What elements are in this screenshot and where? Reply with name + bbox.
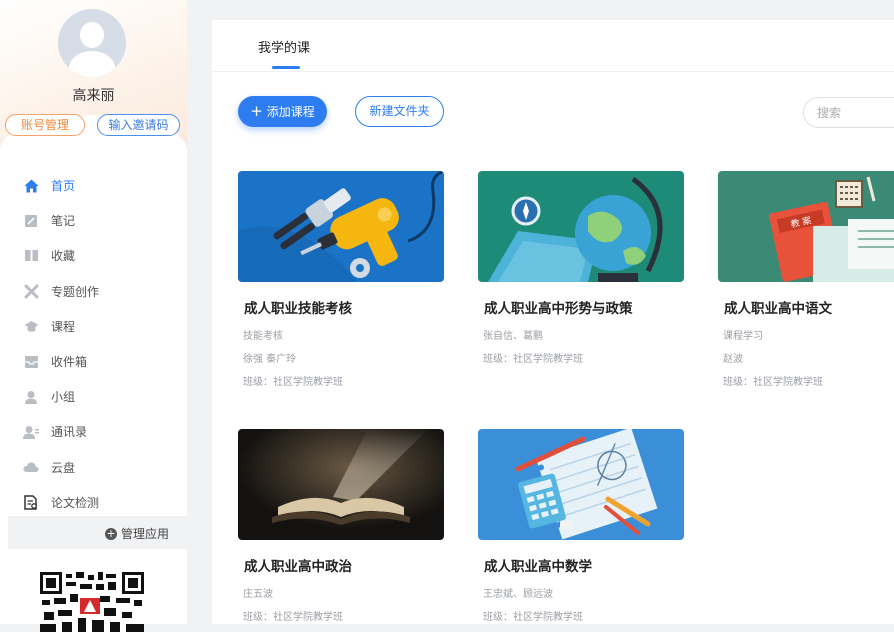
- contacts-icon: [23, 424, 39, 440]
- course-card[interactable]: 教 案 成人职业高中语文 课程学习 赵波 班级：社区学院教学班: [718, 171, 894, 389]
- sidebar-item-label: 课程: [51, 319, 76, 334]
- course-title[interactable]: 成人职业高中语文: [724, 297, 894, 317]
- sidebar-item-cloud[interactable]: 云盘: [0, 450, 187, 485]
- document-check-icon: [23, 494, 39, 510]
- sidebar-item-label: 通讯录: [51, 425, 88, 440]
- sidebar-item-notes[interactable]: 笔记: [0, 203, 187, 238]
- add-course-label: 添加课程: [266, 105, 315, 119]
- user-icon: [23, 389, 39, 405]
- course-title[interactable]: 成人职业高中政治: [244, 555, 444, 575]
- sidebar-item-favorites[interactable]: 收藏: [0, 238, 187, 273]
- sidebar-item-topics[interactable]: 专题创作: [0, 274, 187, 309]
- sidebar-item-label: 小组: [51, 390, 76, 405]
- manage-apps-button[interactable]: + 管理应用: [104, 525, 169, 542]
- book-icon: [23, 248, 39, 264]
- sidebar-nav: 首页 笔记 收藏 专题创作 课程 收件箱 小组 通讯录 云盘 论文检测: [0, 168, 187, 520]
- sidebar-item-contacts[interactable]: 通讯录: [0, 414, 187, 449]
- course-thumbnail-tools[interactable]: [238, 171, 444, 282]
- course-thumbnail-globe[interactable]: [478, 171, 684, 282]
- qr-code: [40, 572, 144, 632]
- sidebar-item-groups[interactable]: 小组: [0, 379, 187, 414]
- sidebar-item-label: 专题创作: [51, 284, 100, 299]
- course-teachers: 赵波: [723, 354, 743, 365]
- cloud-icon: [23, 459, 39, 475]
- tab-divider: [212, 71, 894, 72]
- sidebar-item-label: 收件箱: [51, 355, 88, 370]
- course-teachers: 庄五波: [243, 589, 273, 600]
- search-input[interactable]: [803, 97, 894, 128]
- add-course-button[interactable]: + 添加课程: [238, 96, 327, 127]
- main-panel: 我学的课 +添加课程 新建文件夹 成人职业技能考核: [212, 20, 894, 624]
- plus-icon: +: [250, 102, 263, 120]
- course-card[interactable]: 成人职业高中数学 王忠斌、顾远波 班级：社区学院教学班: [478, 429, 684, 624]
- sidebar-item-paper-check[interactable]: 论文检测: [0, 485, 187, 520]
- manage-apps-label: 管理应用: [120, 527, 169, 541]
- manage-apps-bar: + 管理应用: [8, 516, 187, 549]
- sidebar-item-label: 论文检测: [51, 495, 100, 510]
- inbox-icon: [23, 354, 39, 370]
- course-category: 课程学习: [723, 331, 763, 342]
- course-thumbnail-open-book[interactable]: [238, 429, 444, 540]
- course-card[interactable]: 成人职业高中形势与政策 张自信、葛鹏 班级：社区学院教学班: [478, 171, 684, 366]
- tab-active-indicator: [272, 66, 300, 69]
- sidebar-item-label: 收藏: [51, 249, 76, 264]
- new-folder-button[interactable]: 新建文件夹: [355, 96, 444, 127]
- course-thumbnail-math[interactable]: [478, 429, 684, 540]
- avatar[interactable]: [58, 9, 126, 77]
- course-title[interactable]: 成人职业高中数学: [484, 555, 684, 575]
- course-card[interactable]: 成人职业高中政治 庄五波 班级：社区学院教学班: [238, 429, 444, 624]
- course-class: 班级：社区学院教学班: [483, 612, 583, 623]
- sidebar-item-home[interactable]: 首页: [0, 168, 187, 203]
- note-icon: [23, 213, 39, 229]
- sidebar-item-label: 云盘: [51, 460, 76, 475]
- course-card[interactable]: 成人职业技能考核 技能考核 徐强 秦广玲 班级：社区学院教学班: [238, 171, 444, 389]
- invite-code-button[interactable]: 输入邀请码: [97, 114, 180, 136]
- course-class: 班级：社区学院教学班: [483, 354, 583, 365]
- course-class: 班级：社区学院教学班: [723, 377, 823, 388]
- graduation-cap-icon: [23, 318, 39, 334]
- profile-panel: 高来丽 账号管理 输入邀请码: [0, 0, 187, 150]
- course-teachers: 王忠斌、顾远波: [483, 589, 553, 600]
- account-manage-button[interactable]: 账号管理: [5, 114, 85, 136]
- course-title[interactable]: 成人职业高中形势与政策: [484, 297, 684, 317]
- course-category: 技能考核: [243, 331, 283, 342]
- home-icon: [23, 178, 39, 194]
- course-thumbnail-textbooks[interactable]: 教 案: [718, 171, 894, 282]
- sidebar-item-inbox[interactable]: 收件箱: [0, 344, 187, 379]
- course-teachers: 徐强 秦广玲: [243, 354, 297, 365]
- sidebar: 高来丽 账号管理 输入邀请码 首页 笔记 收藏 专题创作 课程 收件箱 小组 通…: [0, 0, 187, 632]
- course-title[interactable]: 成人职业技能考核: [244, 297, 444, 317]
- course-teachers: 张自信、葛鹏: [483, 331, 543, 342]
- course-class: 班级：社区学院教学班: [243, 612, 343, 623]
- plus-circle-icon: +: [104, 526, 117, 540]
- user-name: 高来丽: [72, 88, 115, 104]
- tools-icon: [23, 283, 39, 299]
- sidebar-item-label: 首页: [51, 179, 76, 194]
- sidebar-item-label: 笔记: [51, 214, 76, 229]
- course-class: 班级：社区学院教学班: [243, 377, 343, 388]
- tab-my-courses[interactable]: 我学的课: [258, 37, 310, 56]
- sidebar-item-courses[interactable]: 课程: [0, 309, 187, 344]
